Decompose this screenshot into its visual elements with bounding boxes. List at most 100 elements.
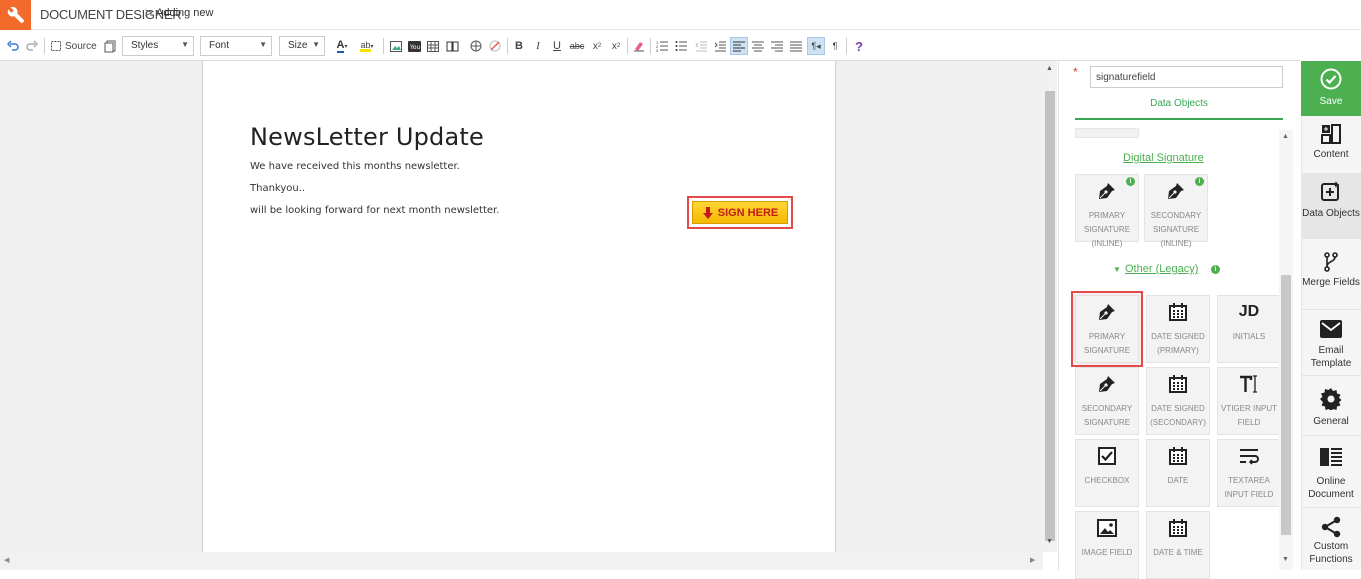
required-mark: * xyxy=(1073,65,1078,79)
source-label: Source xyxy=(65,40,97,52)
scroll-down-icon[interactable]: ▼ xyxy=(1282,556,1289,563)
tile-label: DATE & TIME xyxy=(1153,548,1203,557)
tile-secondary-signature-inline[interactable]: i SECONDARY SIGNATURE (INLINE) xyxy=(1144,174,1208,248)
section-other-legacy[interactable]: Other (Legacy) xyxy=(1125,263,1198,275)
document-page[interactable]: NewsLetter Update We have received this … xyxy=(202,61,836,552)
field-name-input[interactable] xyxy=(1090,66,1283,88)
section-digital-signature[interactable]: Digital Signature xyxy=(1123,152,1204,164)
tile-initials[interactable]: JD INITIALS xyxy=(1217,295,1281,363)
align-right-icon[interactable] xyxy=(769,38,785,54)
rtl-icon[interactable]: ¶ xyxy=(827,38,843,54)
align-left-icon[interactable] xyxy=(730,37,748,55)
rail-item-online-document[interactable]: Online Document xyxy=(1301,440,1361,508)
save-label: Save xyxy=(1319,96,1343,107)
rail-item-merge-fields[interactable]: Merge Fields xyxy=(1301,244,1361,310)
toolbar-divider xyxy=(846,38,847,54)
rail-item-email-template[interactable]: Email Template xyxy=(1301,312,1361,376)
rail-item-general[interactable]: General xyxy=(1301,380,1361,436)
background-color-icon[interactable]: ab ▾ xyxy=(357,38,377,54)
document-title: NewsLetter Update xyxy=(250,123,484,151)
save-button[interactable]: Save xyxy=(1301,61,1361,116)
tile-primary-signature[interactable]: PRIMARY SIGNATURE xyxy=(1071,291,1143,367)
text-color-icon[interactable]: A ▾ xyxy=(333,38,351,54)
toolbar-divider xyxy=(507,38,508,54)
sign-here-field[interactable]: SIGN HERE xyxy=(687,196,793,229)
rail-item-label: Email Template xyxy=(1310,345,1352,369)
info-icon[interactable]: i xyxy=(1211,265,1220,274)
scroll-up-icon[interactable]: ▲ xyxy=(1046,65,1053,72)
templates-icon[interactable] xyxy=(102,38,118,54)
scroll-down-icon[interactable]: ▼ xyxy=(1046,538,1053,545)
panel-strip xyxy=(1075,128,1139,138)
tile-label: DATE xyxy=(1167,476,1189,485)
bulleted-list-icon[interactable] xyxy=(673,38,689,54)
wrench-icon[interactable] xyxy=(0,0,31,30)
rail-item-label: General xyxy=(1313,416,1349,427)
tile-date-and-time[interactable]: DATE & TIME xyxy=(1146,511,1210,579)
rail-item-content[interactable]: Content xyxy=(1301,116,1361,178)
scroll-up-icon[interactable]: ▲ xyxy=(1282,133,1289,140)
share-icon xyxy=(1301,516,1361,538)
italic-icon[interactable]: I xyxy=(530,38,546,54)
tile-label: DATE SIGNED (PRIMARY) xyxy=(1151,332,1205,355)
tile-date-signed-secondary[interactable]: DATE SIGNED (SECONDARY) xyxy=(1146,367,1210,435)
scrollbar-thumb[interactable] xyxy=(1045,91,1055,541)
tile-textarea-input-field[interactable]: TEXTAREA INPUT FIELD xyxy=(1217,439,1281,507)
tile-checkbox[interactable]: CHECKBOX xyxy=(1075,439,1139,507)
breadcrumb-separator: > xyxy=(145,5,153,20)
tile-image-field[interactable]: IMAGE FIELD xyxy=(1075,511,1139,579)
indent-icon[interactable] xyxy=(712,38,728,54)
redo-icon[interactable] xyxy=(24,38,40,54)
toolbar-divider xyxy=(44,38,45,54)
tile-label: VTIGER INPUT FIELD xyxy=(1220,404,1277,427)
tile-label: IMAGE FIELD xyxy=(1081,548,1133,557)
youtube-icon[interactable]: You xyxy=(406,38,422,54)
rail-item-label: Custom Functions xyxy=(1309,541,1353,565)
tile-primary-signature-inline[interactable]: i PRIMARY SIGNATURE (INLINE) xyxy=(1075,174,1139,248)
editor-vertical-scrollbar[interactable]: ▲ ▼ xyxy=(1043,61,1057,552)
underline-icon[interactable]: U xyxy=(549,38,565,54)
numbered-list-icon[interactable]: 123 xyxy=(654,38,670,54)
ltr-icon[interactable]: ¶◂ xyxy=(807,37,825,55)
chevron-down-icon: ▼ xyxy=(312,40,320,49)
table-icon[interactable] xyxy=(425,38,441,54)
rail-item-label: Data Objects xyxy=(1302,208,1360,219)
superscript-icon[interactable]: x2 xyxy=(608,38,624,54)
subscript-icon[interactable]: x2 xyxy=(589,38,605,54)
unlink-icon[interactable] xyxy=(487,38,503,54)
align-center-icon[interactable] xyxy=(750,38,766,54)
styles-dropdown[interactable]: Styles ▼ xyxy=(122,36,194,56)
font-dropdown[interactable]: Font ▼ xyxy=(200,36,272,56)
rail-item-custom-functions[interactable]: Custom Functions xyxy=(1301,510,1361,570)
tile-secondary-signature[interactable]: SECONDARY SIGNATURE xyxy=(1075,367,1139,435)
tab-data-objects[interactable]: Data Objects xyxy=(1075,97,1283,120)
remove-format-icon[interactable] xyxy=(631,38,647,54)
top-bar: DOCUMENT DESIGNER > Adding new xyxy=(0,0,1361,30)
editor-horizontal-scrollbar[interactable]: ◀ ▶ xyxy=(0,552,1043,570)
tile-label: SECONDARY SIGNATURE (INLINE) xyxy=(1150,211,1202,248)
size-dropdown[interactable]: Size ▼ xyxy=(279,36,325,56)
scrollbar-thumb[interactable] xyxy=(1281,275,1291,535)
rail-item-data-objects[interactable]: Data Objects xyxy=(1301,173,1361,239)
undo-icon[interactable] xyxy=(5,38,21,54)
outdent-icon[interactable] xyxy=(693,38,709,54)
tile-label: PRIMARY SIGNATURE xyxy=(1083,332,1131,355)
image-icon[interactable] xyxy=(388,38,404,54)
tile-date[interactable]: DATE xyxy=(1146,439,1210,507)
scroll-right-icon[interactable]: ▶ xyxy=(1030,556,1035,564)
source-button[interactable]: Source xyxy=(50,38,98,54)
check-circle-icon xyxy=(1301,68,1361,90)
help-icon[interactable]: ? xyxy=(851,38,867,54)
content-icon xyxy=(1301,124,1361,144)
justify-icon[interactable] xyxy=(788,38,804,54)
link-icon[interactable] xyxy=(468,38,484,54)
tile-date-signed-primary[interactable]: DATE SIGNED (PRIMARY) xyxy=(1146,295,1210,363)
caret-down-icon[interactable]: ▼ xyxy=(1113,265,1121,274)
tile-vtiger-input-field[interactable]: VTIGER INPUT FIELD xyxy=(1217,367,1281,435)
panel-scrollbar[interactable]: ▲ ▼ xyxy=(1279,130,1293,570)
bold-icon[interactable]: B xyxy=(511,38,527,54)
textarea-icon xyxy=(1218,447,1280,469)
book-icon[interactable] xyxy=(444,38,460,54)
strikethrough-icon[interactable]: abc xyxy=(569,38,585,54)
scroll-left-icon[interactable]: ◀ xyxy=(4,556,9,564)
